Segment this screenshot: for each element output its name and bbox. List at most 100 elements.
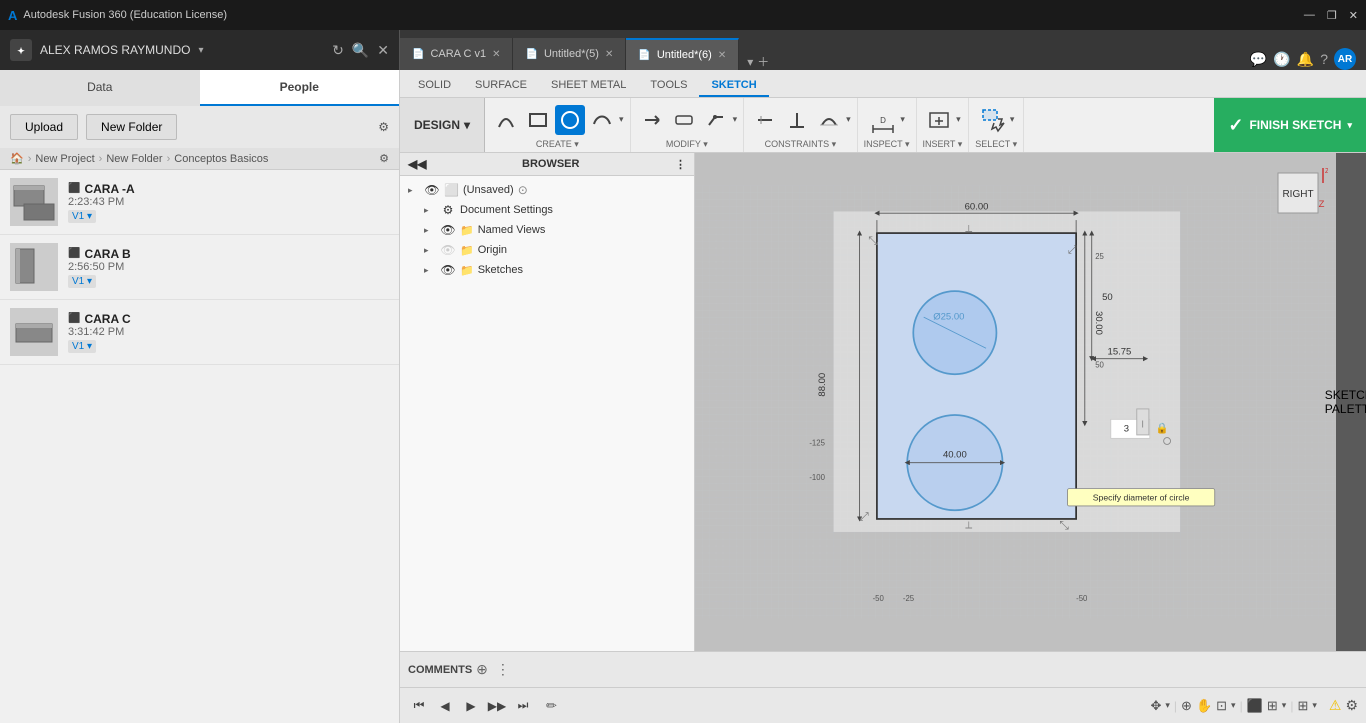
display-mode-icon[interactable]: ⬛ [1247, 698, 1263, 714]
account-dropdown-icon[interactable]: ▾ [198, 45, 203, 56]
sketch-circle-tool[interactable] [555, 105, 585, 135]
lock-icon[interactable]: 🔒 [1156, 422, 1169, 434]
user-badge[interactable]: AR [1334, 48, 1356, 70]
modify-tool-2[interactable] [669, 105, 699, 135]
modify-dropdown-icon[interactable]: ▾ [733, 114, 738, 125]
comments-overflow-icon[interactable]: ⋮ [496, 661, 510, 678]
comment-icon[interactable]: 💬 [1250, 51, 1267, 68]
input-value[interactable]: 3 [1124, 423, 1129, 434]
tab-overflow-icon[interactable]: ▾ [747, 55, 753, 69]
timeline-last[interactable]: ⏭ [512, 695, 534, 717]
maximize-button[interactable]: ❐ [1327, 9, 1337, 22]
view-options-dropdown[interactable]: ▾ [1312, 700, 1317, 711]
list-item[interactable]: ⬛ CARA -A 2:23:43 PM V1 ▾ [0, 170, 399, 235]
tab-untitled-5[interactable]: 📄 Untitled*(5) ✕ [513, 38, 626, 70]
timeline-first[interactable]: ⏮ [408, 695, 430, 717]
sketch-rect-tool[interactable] [523, 105, 553, 135]
modify-tool-3[interactable] [701, 105, 731, 135]
tab-close-untitled-5[interactable]: ✕ [605, 49, 613, 60]
corner-handle-bl[interactable]: ⤡ [857, 512, 871, 522]
sketch-spline-tool[interactable] [587, 105, 617, 135]
select-dropdown-icon[interactable]: ▾ [1010, 114, 1015, 125]
timeline-prev[interactable]: ◀ [434, 695, 456, 717]
upload-button[interactable]: Upload [10, 114, 78, 140]
view-cube[interactable]: RIGHT Z [1268, 163, 1328, 223]
tab-sheet-metal[interactable]: SHEET METAL [539, 75, 638, 97]
tab-cara-c-v1[interactable]: 📄 CARA C v1 ✕ [400, 38, 513, 70]
modify-tool-1[interactable] [637, 105, 667, 135]
refresh-icon[interactable]: ↻ [332, 42, 344, 59]
list-item[interactable]: ⬛ CARA B 2:56:50 PM V1 ▾ [0, 235, 399, 300]
help-icon[interactable]: ? [1320, 51, 1328, 67]
inspect-dimension[interactable]: D [868, 105, 898, 135]
zoom-dropdown[interactable]: ▾ [1231, 700, 1236, 711]
breadcrumb-home[interactable]: 🏠 [10, 152, 24, 165]
constraint-tangent[interactable] [814, 105, 844, 135]
orbit-icon[interactable]: ⊕ [1181, 698, 1192, 714]
timeline-next[interactable]: ▶▶ [486, 695, 508, 717]
expand-arrow[interactable]: ▸ [408, 185, 420, 196]
timeline-play[interactable]: ▶ [460, 695, 482, 717]
browser-overflow-icon[interactable]: ⋮ [675, 158, 686, 171]
tab-data[interactable]: Data [0, 70, 200, 106]
finish-sketch-dropdown[interactable]: ▾ [1347, 120, 1352, 131]
tab-close-untitled-6[interactable]: ✕ [718, 50, 726, 61]
nav-icon[interactable]: ✥ [1150, 698, 1161, 714]
finish-sketch-button[interactable]: ✓ FINISH SKETCH ▾ [1214, 98, 1366, 152]
browser-item-doc-settings[interactable]: ▸ ⚙ Document Settings [400, 200, 694, 220]
grid-icon[interactable]: ⊞ [1267, 698, 1278, 714]
browser-item-named-views[interactable]: ▸ 👁 📁 Named Views [400, 220, 694, 240]
comments-add-icon[interactable]: ⊕ [476, 661, 488, 678]
notification-icon[interactable]: 🔔 [1297, 51, 1314, 68]
breadcrumb-project[interactable]: New Project [35, 153, 94, 165]
sketch-arc-tool[interactable] [491, 105, 521, 135]
history-icon[interactable]: 🕐 [1273, 51, 1290, 68]
insert-tool[interactable] [924, 105, 954, 135]
tab-close-cara-c[interactable]: ✕ [492, 49, 500, 60]
zoom-fit-icon[interactable]: ⊡ [1216, 698, 1227, 714]
canvas-area[interactable]: ◀◀ BROWSER ⋮ ▸ 👁 ⬜ (Unsaved) ⊙ ▸ [400, 153, 1366, 651]
account-name[interactable]: ALEX RAMOS RAYMUNDO [40, 43, 190, 57]
browser-panel: ◀◀ BROWSER ⋮ ▸ 👁 ⬜ (Unsaved) ⊙ ▸ [400, 153, 695, 651]
settings-bottom-icon[interactable]: ⚙ [1345, 697, 1358, 714]
close-panel-icon[interactable]: ✕ [377, 42, 389, 59]
tab-sketch[interactable]: SKETCH [699, 75, 768, 97]
constraint-horizontal[interactable] [750, 105, 780, 135]
title-bar-controls[interactable]: — ❐ ✕ [1304, 9, 1358, 22]
search-icon[interactable]: 🔍 [352, 42, 369, 59]
view-options-icon[interactable]: ⊞ [1297, 698, 1308, 714]
breadcrumb-settings-icon[interactable]: ⚙ [379, 152, 389, 165]
minimize-button[interactable]: — [1304, 9, 1315, 22]
grid-dropdown[interactable]: ▾ [1282, 700, 1287, 711]
tab-untitled-6[interactable]: 📄 Untitled*(6) ✕ [626, 38, 739, 70]
browser-item-label: Origin [478, 244, 507, 256]
select-tool[interactable] [978, 105, 1008, 135]
panel-settings-icon[interactable]: ⚙ [378, 120, 389, 134]
insert-dropdown-icon[interactable]: ▾ [956, 114, 961, 125]
inspect-dropdown-icon[interactable]: ▾ [900, 114, 905, 125]
tab-surface[interactable]: SURFACE [463, 75, 539, 97]
design-button[interactable]: DESIGN ▾ [400, 98, 485, 152]
constraints-dropdown-icon[interactable]: ▾ [846, 114, 851, 125]
close-button[interactable]: ✕ [1349, 9, 1358, 22]
corner-handle-br[interactable]: ⤡ [1059, 519, 1069, 533]
breadcrumb-current[interactable]: Conceptos Basicos [174, 153, 268, 165]
constraint-perpendicular[interactable] [782, 105, 812, 135]
nav-dropdown[interactable]: ▾ [1165, 700, 1170, 711]
canvas-drawing[interactable]: 60.00 50 15.75 30.00 88.00 ⤡ ⤡ [695, 153, 1336, 651]
tab-tools[interactable]: TOOLS [638, 75, 699, 97]
tab-solid[interactable]: SOLID [406, 75, 463, 97]
new-tab-icon[interactable]: ＋ [757, 53, 769, 70]
new-folder-button[interactable]: New Folder [86, 114, 177, 140]
browser-collapse-icon[interactable]: ◀◀ [408, 157, 426, 171]
breadcrumb-folder[interactable]: New Folder [106, 153, 162, 165]
corner-handle-tr[interactable]: ⤡ [1066, 244, 1080, 254]
browser-item-origin[interactable]: ▸ 👁 📁 Origin [400, 240, 694, 260]
browser-item-unsaved[interactable]: ▸ 👁 ⬜ (Unsaved) ⊙ [400, 180, 694, 200]
pan-icon[interactable]: ✋ [1196, 698, 1212, 714]
list-item[interactable]: ⬛ CARA C 3:31:42 PM V1 ▾ [0, 300, 399, 365]
corner-handle-tl[interactable]: ⤡ [868, 233, 878, 247]
browser-item-sketches[interactable]: ▸ 👁 📁 Sketches [400, 260, 694, 280]
tab-people[interactable]: People [200, 70, 400, 106]
create-dropdown-icon[interactable]: ▾ [619, 114, 624, 125]
